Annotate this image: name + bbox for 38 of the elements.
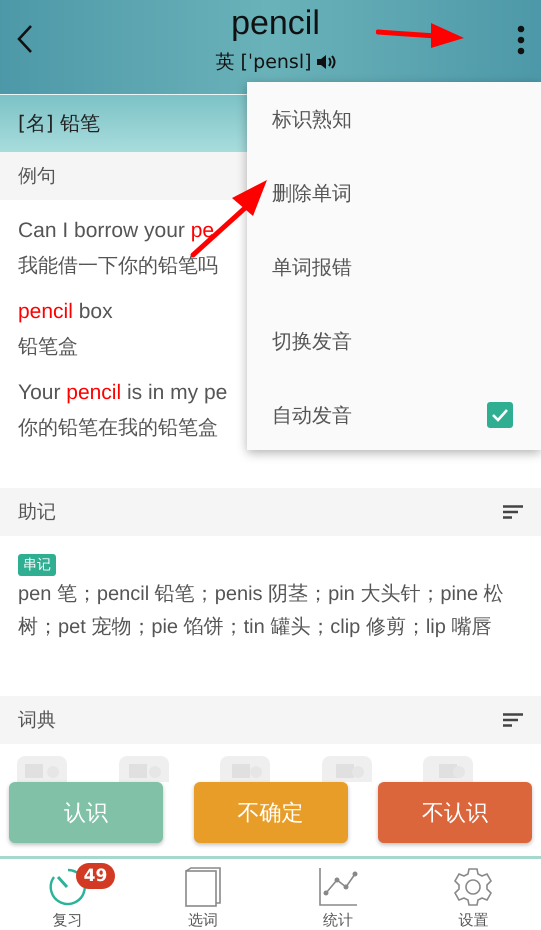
nav-tab[interactable]: 统计: [270, 859, 406, 930]
settings-icon: [453, 867, 494, 907]
menu-item-label: 自动发音: [272, 402, 352, 428]
example-sentence: Can I borrow your pe: [18, 218, 214, 244]
line-chart-icon: [318, 867, 358, 907]
menu-item[interactable]: 删除单词: [247, 156, 541, 230]
more-icon[interactable]: [517, 25, 525, 55]
menu-item[interactable]: 标识熟知: [247, 82, 541, 156]
menu-item-label: 删除单词: [272, 180, 352, 206]
example-translation: 你的铅笔在我的铅笔盒: [18, 414, 218, 441]
book-icon: [182, 867, 223, 907]
section-title: 例句: [18, 164, 56, 189]
mnemonic-text: pen 笔；pencil 铅笔；penis 阴茎；pin 大头针；pine 松树；pet 宠物；pie 馅饼；tin 罐头；clip 修剪；lip 嘴唇: [18, 582, 505, 640]
checkmark-icon: [490, 407, 510, 423]
menu-item[interactable]: 自动发音: [247, 378, 541, 452]
tag-label: 串记: [18, 554, 56, 576]
example-sentence: pencil box: [18, 299, 113, 325]
phonetic: 英 [ˈpensl]: [215, 50, 312, 75]
example-sentence: Your pencil is in my pe: [18, 380, 228, 406]
menu-item-label: 单词报错: [272, 254, 352, 280]
example-translation: 我能借一下你的铅笔吗: [18, 252, 218, 279]
word-title: pencil: [231, 4, 320, 43]
nav-tab[interactable]: 选词: [135, 859, 270, 930]
definition: [名] 铅笔: [18, 110, 100, 137]
sort-icon[interactable]: [503, 713, 523, 727]
menu-item-label: 切换发音: [272, 328, 352, 354]
checkbox[interactable]: [487, 402, 513, 428]
menu-item[interactable]: 单词报错: [247, 230, 541, 304]
sort-icon[interactable]: [503, 505, 523, 519]
example-translation: 铅笔盒: [18, 333, 78, 360]
section-title: 词典: [18, 708, 56, 733]
nav-tab[interactable]: 49 复习: [0, 859, 136, 930]
menu-item[interactable]: 切换发音: [247, 304, 541, 378]
menu-item-label: 标识熟知: [272, 106, 352, 132]
section-title: 助记: [18, 500, 56, 525]
speaker-icon[interactable]: [316, 54, 336, 70]
nav-tab[interactable]: 设置: [406, 859, 541, 930]
count-badge: 49: [76, 863, 116, 889]
